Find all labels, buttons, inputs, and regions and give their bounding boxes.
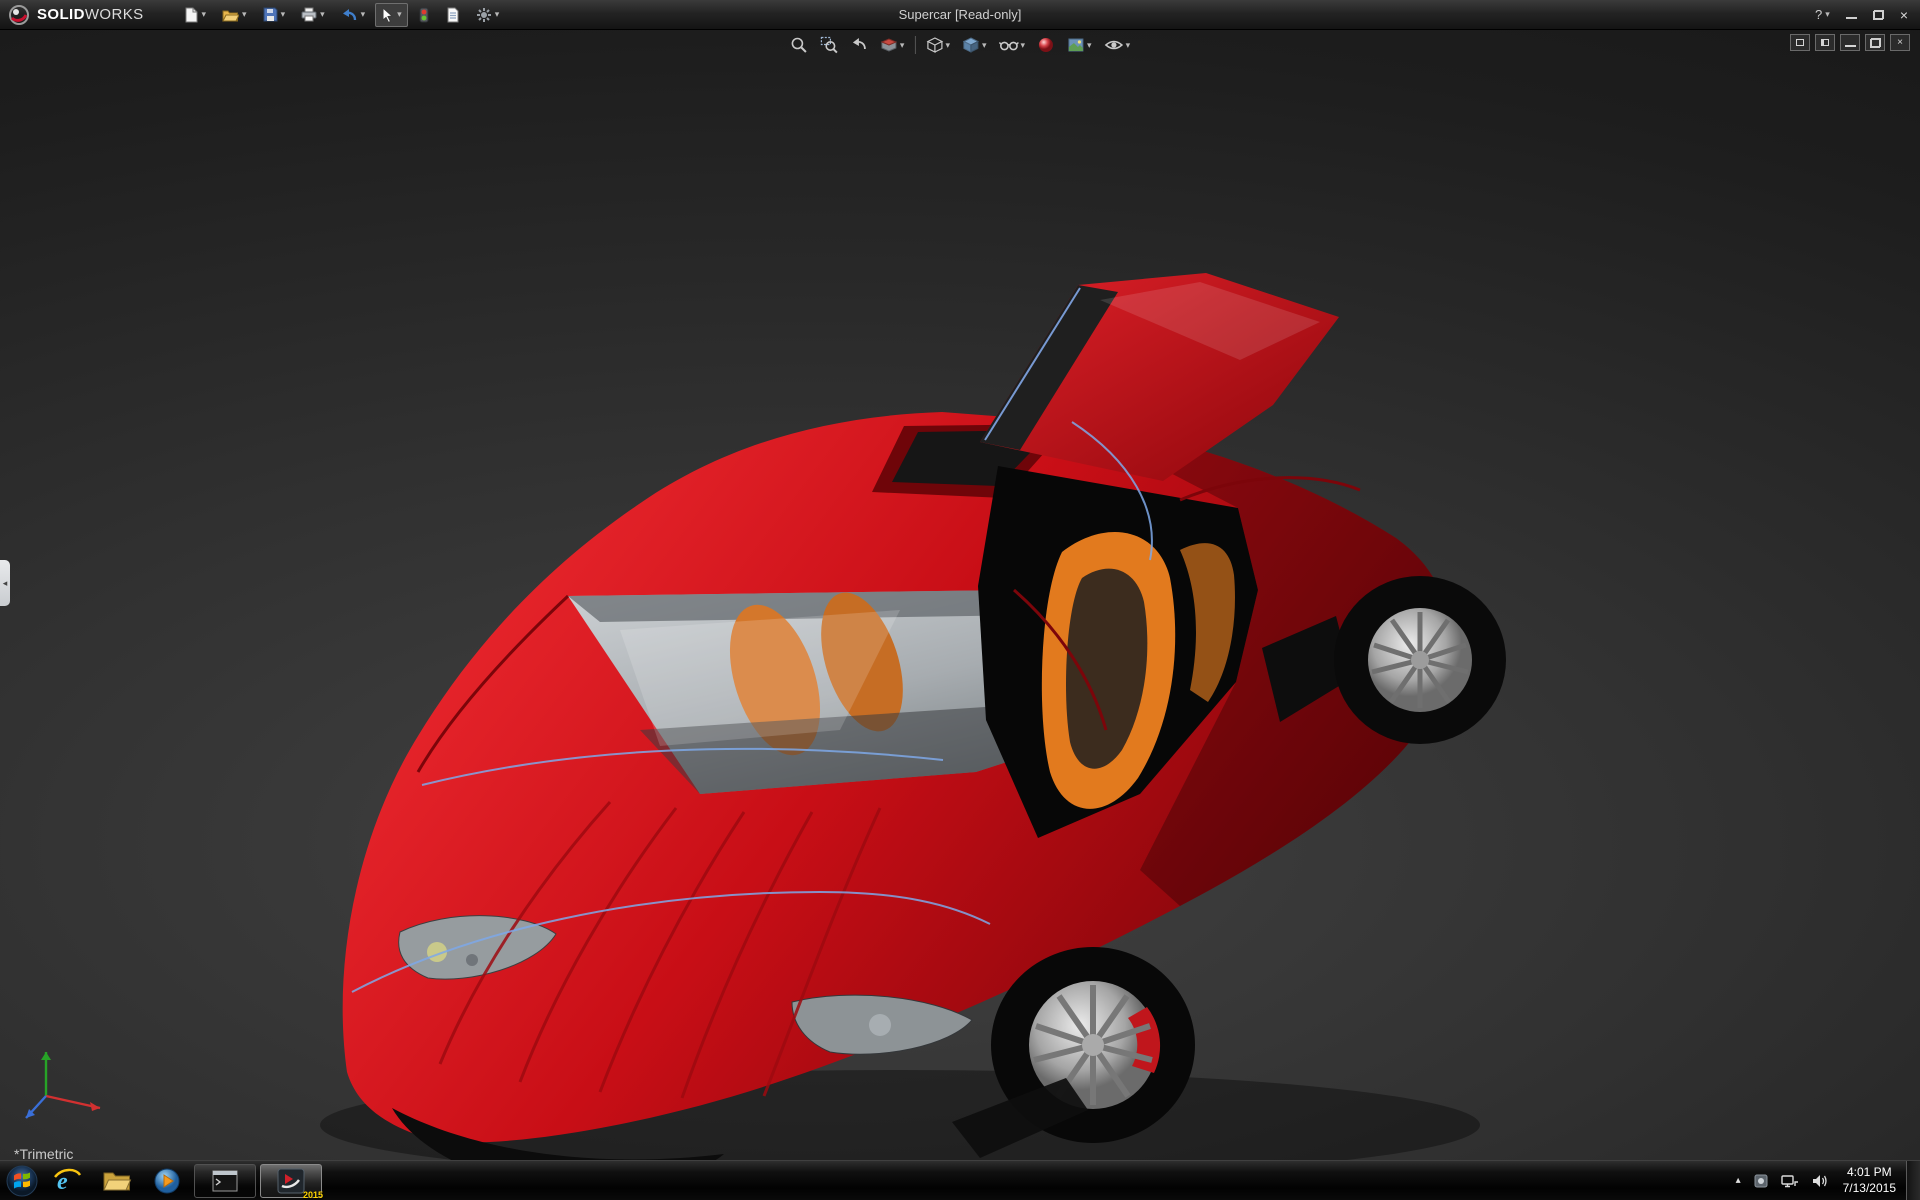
doc-restore-button[interactable] — [1865, 34, 1885, 51]
document-title: Supercar [Read-only] — [898, 7, 1022, 22]
media-player-button[interactable] — [142, 1161, 192, 1200]
solidworks-window: SOLIDWORKS ▾ ▾ ▾ ▾ ▾ ▾ ▾ Supercar [Read-… — [0, 0, 1920, 1200]
apply-scene-button[interactable]: ▾ — [1062, 33, 1097, 57]
print-icon — [301, 7, 317, 22]
view-orientation-icon — [926, 37, 943, 53]
view-settings-icon — [1104, 40, 1123, 50]
select-button[interactable]: ▾ — [375, 2, 408, 27]
zoom-to-area-icon — [820, 36, 838, 54]
split-window-icon — [1821, 39, 1829, 46]
system-tray: ▴ — [1736, 1173, 1837, 1189]
windows-explorer-button[interactable] — [92, 1161, 142, 1200]
windows-start-icon — [6, 1165, 38, 1196]
view-settings-button[interactable]: ▾ — [1099, 33, 1136, 57]
view-orientation-button[interactable]: ▾ — [920, 33, 955, 57]
new-document-icon — [185, 7, 198, 22]
tile-window-button[interactable] — [1790, 34, 1810, 51]
previous-view-icon — [852, 38, 866, 50]
section-view-button[interactable]: ▾ — [875, 33, 910, 57]
folder-icon — [103, 1172, 132, 1190]
solidworks-taskbar-button[interactable]: 2015 — [260, 1163, 323, 1200]
hide-show-items-button[interactable]: ▾ — [994, 33, 1031, 57]
rear-wheel[interactable] — [1334, 576, 1506, 744]
solidworks-app-icon — [277, 1168, 305, 1193]
tile-window-icon — [1796, 39, 1804, 46]
3ds-logo-icon — [9, 4, 29, 25]
rebuild-icon — [419, 7, 429, 22]
hide-show-items-icon — [998, 41, 1019, 51]
file-properties-button[interactable] — [440, 3, 466, 27]
brand-name: SOLIDWORKS — [37, 6, 144, 23]
zoom-to-fit-button[interactable] — [785, 33, 813, 57]
open-button[interactable]: ▾ — [216, 3, 253, 27]
doc-close-icon: × — [1897, 37, 1903, 48]
minimize-button[interactable] — [1845, 10, 1857, 19]
show-desktop-button[interactable] — [1906, 1160, 1920, 1200]
zoom-to-area-button[interactable] — [815, 33, 843, 57]
print-button[interactable]: ▾ — [295, 3, 331, 27]
options-button[interactable]: ▾ — [470, 3, 506, 27]
quick-access-toolbar: ▾ ▾ ▾ ▾ ▾ ▾ ▾ — [178, 2, 506, 27]
select-icon — [382, 6, 394, 23]
edit-appearance-button[interactable] — [1032, 33, 1060, 57]
taskbar: e 2015 ▴ 4:01 PM 7/13/2015 — [0, 1160, 1920, 1200]
doc-restore-icon — [1869, 37, 1881, 48]
internet-explorer-icon: e — [54, 1168, 82, 1195]
doc-minimize-button[interactable] — [1840, 34, 1860, 51]
supercar-model[interactable] — [0, 30, 1920, 1160]
show-hidden-icons-button[interactable]: ▴ — [1736, 1175, 1741, 1186]
new-document-button[interactable]: ▾ — [178, 3, 213, 27]
internet-explorer-button[interactable]: e — [42, 1161, 92, 1200]
volume-icon[interactable] — [1811, 1173, 1829, 1189]
display-style-button[interactable]: ▾ — [957, 33, 992, 57]
minimize-icon — [1845, 10, 1857, 19]
toolbar-divider — [914, 36, 916, 54]
zoom-to-fit-icon — [791, 37, 807, 53]
edit-appearance-icon — [1039, 38, 1054, 52]
solidworks-logo: SOLIDWORKS — [0, 4, 144, 26]
apply-scene-icon — [1068, 38, 1084, 52]
start-button[interactable] — [2, 1161, 42, 1200]
open-door[interactable] — [980, 273, 1339, 481]
previous-view-button[interactable] — [845, 33, 873, 57]
undo-icon — [342, 8, 356, 20]
heads-up-view-toolbar: ▾ ▾ ▾ ▾ ▾ ▾ — [785, 33, 1135, 57]
help-icon: ? — [1815, 7, 1823, 22]
document-window-controls: × — [1790, 34, 1910, 51]
feature-manager-flyout-handle[interactable]: ◂ — [0, 560, 10, 606]
file-properties-icon — [447, 7, 459, 22]
clock-time: 4:01 PM — [1846, 1164, 1892, 1179]
graphics-area[interactable]: ▾ ▾ ▾ ▾ ▾ ▾ × ◂ *Trimetric — [0, 30, 1920, 1162]
split-window-button[interactable] — [1815, 34, 1835, 51]
save-icon — [263, 7, 278, 22]
doc-minimize-icon — [1844, 38, 1856, 47]
clock-date: 7/13/2015 — [1842, 1180, 1896, 1195]
display-style-icon — [962, 37, 980, 53]
options-icon — [476, 7, 491, 22]
app-window-button[interactable] — [194, 1163, 256, 1198]
open-icon — [222, 10, 240, 21]
rebuild-button[interactable] — [412, 3, 436, 27]
taskbar-clock[interactable]: 4:01 PM 7/13/2015 — [1837, 1165, 1906, 1196]
help-button[interactable]: ? ▾ — [1815, 7, 1830, 22]
titlebar: SOLIDWORKS ▾ ▾ ▾ ▾ ▾ ▾ ▾ Supercar [Read-… — [0, 0, 1920, 30]
app-window-icon — [212, 1170, 238, 1191]
close-button[interactable]: × — [1900, 7, 1908, 23]
restore-icon — [1872, 9, 1884, 20]
reference-triad[interactable] — [16, 1034, 126, 1134]
network-icon[interactable] — [1780, 1173, 1799, 1189]
solidworks-version-badge: 2015 — [302, 1189, 323, 1200]
restore-button[interactable] — [1872, 9, 1884, 20]
window-controls: ? ▾ × — [1815, 7, 1920, 23]
media-player-icon — [154, 1168, 180, 1193]
undo-button[interactable]: ▾ — [335, 3, 372, 27]
tray-app-icon[interactable] — [1753, 1173, 1769, 1189]
doc-close-button[interactable]: × — [1890, 34, 1910, 51]
section-view-icon — [880, 38, 898, 52]
close-icon: × — [1899, 6, 1908, 23]
save-button[interactable]: ▾ — [257, 3, 292, 27]
